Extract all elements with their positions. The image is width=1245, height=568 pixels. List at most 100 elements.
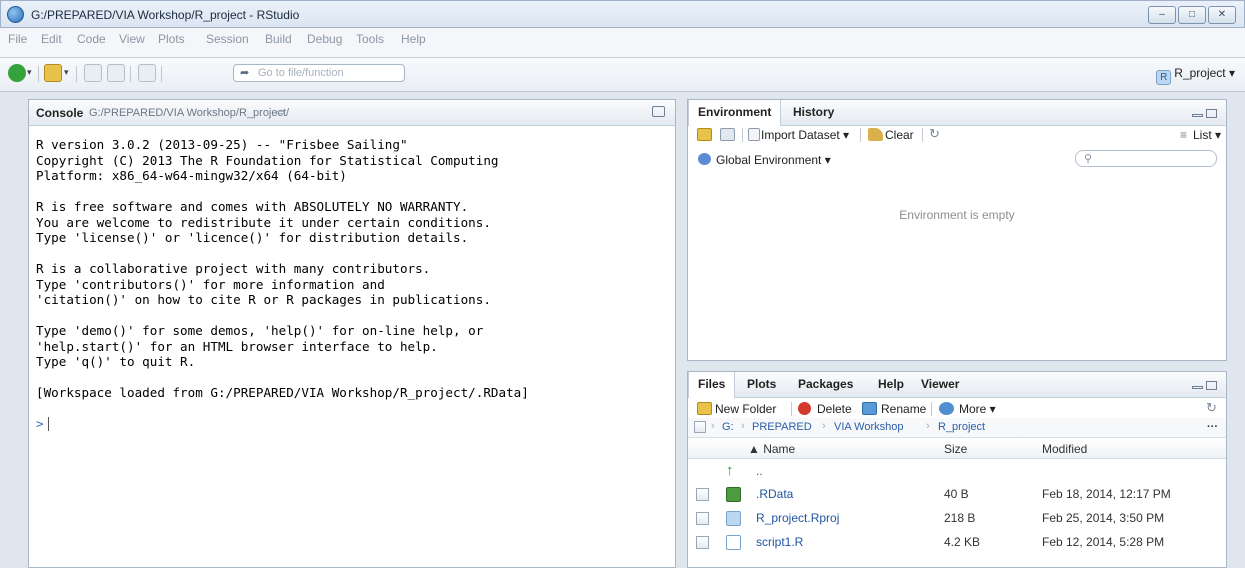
breadcrumb-drive[interactable]: G:: [722, 421, 734, 433]
print-icon[interactable]: [138, 64, 156, 82]
minimize-button[interactable]: –: [1148, 6, 1176, 24]
list-view-icon[interactable]: ≡: [1180, 128, 1187, 142]
import-dataset-button[interactable]: Import Dataset ▾: [761, 128, 849, 142]
save-all-icon[interactable]: [107, 64, 125, 82]
environment-pane: Environment History Import Dataset ▾ Cle…: [687, 99, 1227, 361]
menu-debug[interactable]: Debug: [307, 32, 342, 46]
maximize-pane-icon[interactable]: [652, 106, 665, 117]
maximize-pane-icon[interactable]: [1206, 109, 1217, 118]
new-folder-icon[interactable]: [697, 402, 712, 415]
menu-file[interactable]: File: [8, 32, 27, 46]
rename-button[interactable]: Rename: [881, 402, 926, 416]
tab-history[interactable]: History: [784, 100, 843, 126]
import-dataset-icon[interactable]: [748, 128, 760, 141]
console-header: Console G:/PREPARED/VIA Workshop/R_proje…: [29, 100, 675, 126]
column-name[interactable]: ▲ Name: [748, 442, 795, 456]
file-name[interactable]: .RData: [756, 487, 793, 501]
breadcrumb-r-project[interactable]: R_project: [938, 421, 985, 433]
open-project-icon[interactable]: [44, 64, 62, 82]
pane-controls[interactable]: [1192, 381, 1218, 391]
clear-button[interactable]: Clear: [885, 128, 914, 142]
parent-dir-row[interactable]: ↑ ..: [688, 461, 1226, 485]
file-name[interactable]: R_project.Rproj: [756, 511, 839, 525]
minimize-pane-icon[interactable]: [1192, 386, 1203, 389]
file-name[interactable]: script1.R: [756, 535, 803, 549]
column-size[interactable]: Size: [944, 442, 967, 456]
more-path-button[interactable]: ···: [1207, 421, 1218, 433]
console-working-dir: G:/PREPARED/VIA Workshop/R_project/: [89, 107, 290, 119]
refresh-icon[interactable]: ↻: [1206, 400, 1217, 416]
row-checkbox[interactable]: [696, 536, 709, 549]
tab-help[interactable]: Help: [869, 372, 913, 398]
window-title: G:/PREPARED/VIA Workshop/R_project - RSt…: [31, 8, 300, 22]
breadcrumb-prepared[interactable]: PREPARED: [752, 421, 812, 433]
toolbar-separator: [130, 66, 131, 82]
maximize-button[interactable]: □: [1178, 6, 1206, 24]
gear-icon[interactable]: [939, 402, 954, 415]
console-prompt-line[interactable]: >: [36, 416, 671, 432]
new-folder-button[interactable]: New Folder: [715, 402, 776, 416]
save-workspace-icon[interactable]: [720, 128, 735, 141]
select-all-checkbox[interactable]: [694, 421, 706, 433]
console-output[interactable]: R version 3.0.2 (2013-09-25) -- "Frisbee…: [36, 137, 671, 432]
load-workspace-icon[interactable]: [697, 128, 712, 141]
tab-files[interactable]: Files: [688, 372, 736, 398]
delete-icon[interactable]: [798, 402, 811, 415]
close-button[interactable]: ✕: [1208, 6, 1236, 24]
r-script-icon: [726, 535, 741, 550]
console-line: Type 'license()' or 'licence()' for dist…: [36, 230, 469, 245]
project-menu-button[interactable]: R R_project ▾: [1156, 66, 1235, 85]
tab-viewer[interactable]: Viewer: [912, 372, 968, 398]
open-dropdown-icon[interactable]: ▾: [64, 67, 74, 85]
row-checkbox[interactable]: [696, 512, 709, 525]
minimize-pane-icon[interactable]: [1192, 114, 1203, 117]
environment-search-input[interactable]: ⚲: [1075, 150, 1217, 167]
pane-controls[interactable]: [1192, 109, 1218, 119]
file-row[interactable]: .RData 40 B Feb 18, 2014, 12:17 PM: [688, 484, 1226, 508]
delete-button[interactable]: Delete: [817, 402, 852, 416]
tab-packages[interactable]: Packages: [789, 372, 862, 398]
save-icon[interactable]: [84, 64, 102, 82]
go-to-file-input[interactable]: ➦ Go to file/function: [233, 64, 405, 82]
file-modified: Feb 25, 2014, 3:50 PM: [1042, 511, 1165, 525]
console-line: Type 'q()' to quit R.: [36, 354, 196, 369]
console-line: [Workspace loaded from G:/PREPARED/VIA W…: [36, 385, 529, 400]
file-row[interactable]: R_project.Rproj 218 B Feb 25, 2014, 3:50…: [688, 508, 1226, 532]
menu-plots[interactable]: Plots: [158, 32, 185, 46]
column-modified[interactable]: Modified: [1042, 442, 1087, 456]
chevron-right-icon: ›: [822, 420, 826, 432]
maximize-pane-icon[interactable]: [1206, 381, 1217, 390]
tab-plots[interactable]: Plots: [738, 372, 785, 398]
console-line: Copyright (C) 2013 The R Foundation for …: [36, 152, 499, 168]
broom-icon[interactable]: [868, 128, 883, 141]
console-pane: Console G:/PREPARED/VIA Workshop/R_proje…: [28, 99, 676, 568]
list-view-button[interactable]: List ▾: [1193, 128, 1221, 142]
menu-code[interactable]: Code: [77, 32, 106, 46]
file-row[interactable]: script1.R 4.2 KB Feb 12, 2014, 5:28 PM: [688, 532, 1226, 556]
row-checkbox[interactable]: [696, 488, 709, 501]
menu-edit[interactable]: Edit: [41, 32, 62, 46]
menu-view[interactable]: View: [119, 32, 145, 46]
menu-session[interactable]: Session: [206, 32, 249, 46]
new-file-icon[interactable]: [8, 64, 26, 82]
menu-help[interactable]: Help: [401, 32, 426, 46]
environment-scope-dropdown[interactable]: Global Environment ▾: [716, 153, 831, 167]
console-tab[interactable]: Console: [36, 106, 83, 120]
menu-tools[interactable]: Tools: [356, 32, 384, 46]
new-file-dropdown-icon[interactable]: ▾: [27, 67, 37, 85]
rename-icon[interactable]: [862, 402, 877, 415]
more-button[interactable]: More ▾: [959, 402, 996, 416]
go-to-dir-icon[interactable]: ⇨: [275, 105, 285, 119]
toolbar-separator: [931, 402, 932, 416]
console-line: Type 'contributors()' for more informati…: [36, 276, 385, 292]
menu-build[interactable]: Build: [265, 32, 292, 46]
refresh-icon[interactable]: ↻: [929, 126, 940, 142]
tab-environment[interactable]: Environment: [688, 100, 782, 126]
chevron-right-icon: ›: [711, 420, 715, 432]
breadcrumb-via-workshop[interactable]: VIA Workshop: [834, 421, 904, 433]
search-icon: ⚲: [1084, 153, 1093, 165]
window-controls: – □ ✕: [1148, 6, 1236, 24]
parent-dir-link[interactable]: ..: [756, 464, 763, 478]
